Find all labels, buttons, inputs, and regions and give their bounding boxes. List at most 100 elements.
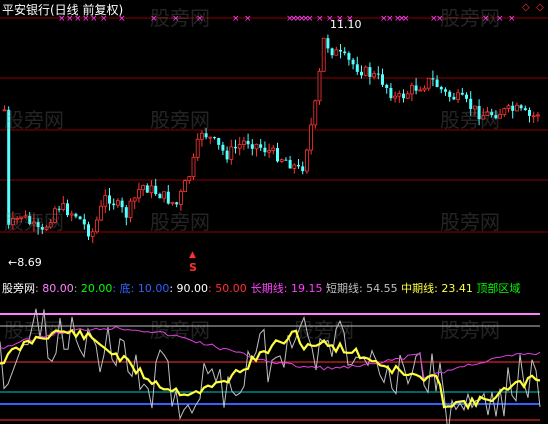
candle: [330, 47, 334, 59]
chart-title: 平安银行(日线 前复权): [2, 3, 124, 17]
candle-body: [326, 38, 330, 49]
candle: [339, 44, 342, 59]
candle-body: [360, 71, 363, 76]
candle: [536, 112, 540, 122]
candle-body: [208, 136, 213, 139]
candle-body: [523, 108, 527, 111]
candle-body: [103, 195, 108, 207]
candle-body: [531, 115, 536, 118]
candle-body: [66, 203, 69, 216]
candle-body: [74, 213, 78, 217]
candle: [511, 101, 515, 119]
candle: [347, 51, 351, 66]
candle: [95, 216, 99, 234]
candle: [237, 136, 242, 156]
candle-body: [263, 147, 267, 153]
candle-body: [112, 203, 116, 206]
candle: [414, 78, 418, 95]
candle-body: [178, 191, 183, 205]
candle: [263, 141, 267, 157]
candle-body: [175, 202, 179, 205]
candle-body: [381, 74, 384, 85]
candle-body: [187, 176, 192, 181]
candle-body: [250, 144, 254, 149]
candle-body: [246, 140, 250, 145]
candle-body: [321, 37, 326, 72]
candle-body: [506, 105, 511, 109]
candle: [183, 179, 188, 192]
candle: [271, 145, 276, 155]
candle-body: [313, 100, 318, 126]
candle: [528, 107, 531, 123]
candle-body: [170, 201, 175, 204]
diamond-icon[interactable]: ◇: [536, 2, 544, 13]
candle-body: [330, 48, 334, 56]
candle: [267, 143, 272, 158]
candle-body: [284, 159, 288, 161]
candle: [154, 178, 158, 196]
candle: [234, 139, 237, 154]
candle: [385, 83, 389, 94]
candle: [444, 87, 447, 96]
candle: [422, 85, 427, 92]
candle: [284, 157, 288, 161]
candle-body: [439, 86, 443, 90]
candle-body: [254, 143, 259, 150]
candle-body: [351, 59, 355, 65]
candle: [108, 188, 111, 211]
magenta-mark: ×: [232, 14, 240, 24]
candle-body: [116, 200, 120, 206]
indicator-chart[interactable]: [0, 278, 548, 424]
price-chart[interactable]: × × × × × × × × × × × × ×××××× × × × × ×× ××× ×× × × ×: [0, 0, 548, 278]
candle-body: [309, 124, 314, 151]
candle-body: [217, 137, 221, 145]
candle-body: [276, 148, 279, 162]
high-price-label: 11.10: [330, 18, 362, 31]
candle-body: [435, 79, 439, 87]
candle-body: [444, 89, 447, 92]
candle-body: [241, 140, 246, 146]
candle-body: [204, 133, 208, 138]
candle: [276, 142, 279, 163]
candle: [418, 86, 423, 92]
candle-body: [82, 219, 86, 225]
watermark: 股旁网: [150, 6, 210, 30]
candle: [229, 139, 234, 165]
candle: [162, 191, 167, 203]
candle: [254, 143, 259, 157]
candle-body: [87, 224, 90, 237]
candle-body: [225, 150, 229, 160]
candle: [439, 85, 443, 94]
candle: [531, 111, 536, 124]
candle-body: [409, 85, 414, 95]
diamond-icon[interactable]: ◇: [522, 2, 530, 13]
candle-body: [465, 94, 468, 99]
candle-body: [397, 93, 402, 97]
candle-body: [363, 66, 368, 76]
candle: [250, 139, 254, 156]
candle-body: [355, 64, 359, 72]
candle-body: [402, 93, 405, 99]
candle-body: [166, 191, 170, 204]
candle-body: [154, 185, 158, 195]
candle: [66, 199, 69, 217]
candle-body: [99, 205, 103, 221]
candle: [292, 163, 297, 174]
candle: [351, 57, 355, 70]
candle: [149, 180, 154, 199]
candle: [460, 87, 464, 96]
candle: [405, 90, 410, 99]
candle-body: [162, 191, 167, 199]
candle-body: [136, 189, 141, 199]
candle: [158, 192, 162, 199]
candle: [309, 117, 314, 155]
watermark: 股旁网: [4, 210, 64, 234]
candle-body: [221, 144, 225, 151]
candle: [502, 107, 507, 117]
candle-body: [426, 77, 431, 89]
low-price-label: ←8.69: [8, 256, 42, 269]
candle: [360, 65, 363, 79]
candle-body: [389, 87, 393, 99]
candle: [87, 221, 90, 240]
candle: [82, 213, 86, 230]
